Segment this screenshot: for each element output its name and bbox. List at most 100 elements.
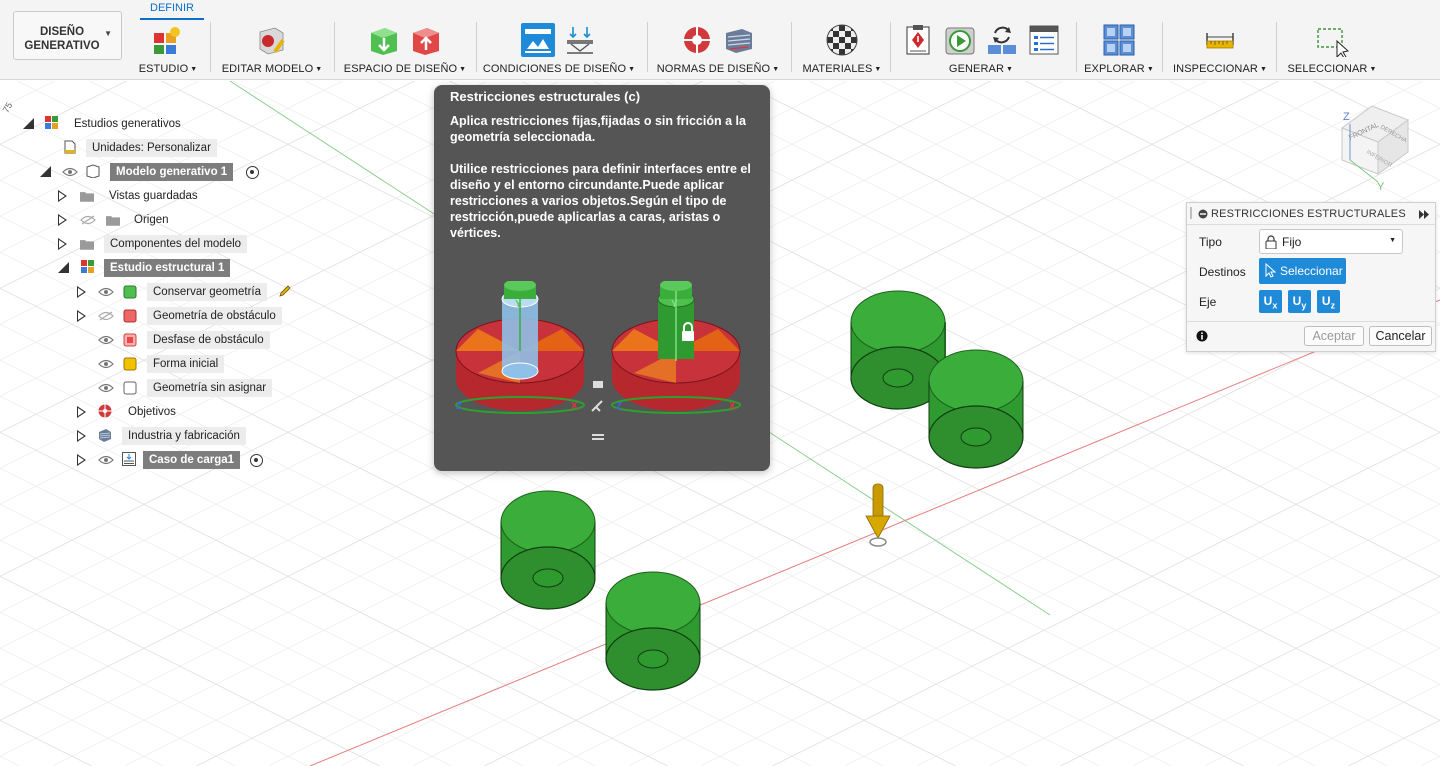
chevron-down-icon: ▼ <box>459 66 467 73</box>
hidden-eye-icon[interactable] <box>98 311 114 321</box>
chevron-down-icon: ▼ <box>874 66 882 73</box>
tree-row-objectives[interactable]: Objetivos <box>0 402 220 422</box>
toolbar-group-label: CONDICIONES DE DISEÑO <box>482 63 627 75</box>
targets-label: Destinos <box>1199 265 1246 279</box>
tab-definir[interactable]: DEFINIR <box>140 0 204 20</box>
materials-icon <box>826 24 858 56</box>
collapse-arrow-icon[interactable] <box>58 262 69 273</box>
visibility-eye-icon[interactable] <box>98 359 114 369</box>
chevron-down-icon: ▼ <box>315 66 323 73</box>
starting-shape-icon <box>123 357 137 371</box>
obstacle-offset-icon <box>123 333 137 347</box>
part-cylinder-3[interactable] <box>500 490 596 610</box>
visibility-eye-icon[interactable] <box>98 383 114 393</box>
expand-arrow-icon[interactable] <box>77 286 86 298</box>
visibility-eye-icon[interactable] <box>98 455 114 465</box>
tree-row-components[interactable]: Componentes del modelo <box>0 234 270 254</box>
expand-arrow-icon[interactable] <box>58 190 67 202</box>
toolbar-group-seleccionar[interactable]: SELECCIONAR ▼ <box>1284 20 1380 78</box>
tree-row-preserve[interactable]: Conservar geometría <box>0 282 300 302</box>
activate-radio[interactable] <box>246 166 259 179</box>
toolbar-group-materiales[interactable]: MATERIALES ▼ <box>798 20 886 78</box>
select-targets-button[interactable]: Seleccionar <box>1259 258 1346 284</box>
visibility-eye-icon[interactable] <box>98 287 114 297</box>
obstacle-geometry-icon <box>413 28 439 55</box>
collapse-arrow-icon[interactable] <box>40 166 51 177</box>
tree-label: Forma inicial <box>147 355 225 373</box>
frictionless-icon <box>592 434 604 440</box>
axis-subscript: z <box>1330 300 1336 311</box>
visibility-eye-icon[interactable] <box>98 335 114 345</box>
tree-row-root[interactable]: Estudios generativos <box>0 114 200 134</box>
toolbar-group-normas-diseno[interactable]: NORMAS DE DISEÑO ▼ <box>654 20 782 78</box>
axis-uy-button[interactable]: Uy <box>1288 290 1311 313</box>
tree-row-study[interactable]: Estudio estructural 1 <box>0 258 260 278</box>
toolbar-divider <box>1076 22 1077 72</box>
toolbar-group-condiciones-diseno[interactable]: CONDICIONES DE DISEÑO ▼ <box>482 20 636 78</box>
edit-model-icon <box>259 27 285 55</box>
clone-study-icon <box>988 26 1016 54</box>
toolbar-group-editar-modelo[interactable]: EDITAR MODELO ▼ <box>218 20 326 78</box>
part-cylinder-2[interactable] <box>928 349 1024 469</box>
info-icon[interactable] <box>1196 330 1208 342</box>
collapse-arrow-icon[interactable] <box>23 118 34 129</box>
select-targets-label: Seleccionar <box>1280 264 1343 278</box>
toolbar-group-estudio[interactable]: ESTUDIO ▼ <box>133 20 203 78</box>
expand-arrow-icon[interactable] <box>58 238 67 250</box>
expand-arrow-icon[interactable] <box>77 454 86 466</box>
collapse-circle-icon[interactable] <box>1198 209 1208 219</box>
toolbar-group-inspeccionar[interactable]: INSPECCIONAR ▼ <box>1170 20 1270 78</box>
structural-study-icon <box>81 260 94 273</box>
tree-label: Estudios generativos <box>74 118 181 130</box>
tree-row-model[interactable]: Modelo generativo 1 <box>0 162 270 182</box>
tree-row-manufacturing[interactable]: Industria y fabricación <box>0 426 270 446</box>
axis-uz-button[interactable]: Uz <box>1317 290 1340 313</box>
axis-ux-button[interactable]: Ux <box>1259 290 1282 313</box>
toolbar-group-generar[interactable]: GENERAR ▼ <box>898 20 1064 78</box>
tree-row-origin[interactable]: Origen <box>0 210 200 230</box>
ok-button[interactable]: Aceptar <box>1304 326 1364 346</box>
part-cylinder-4[interactable] <box>605 571 701 691</box>
tree-row-saved-views[interactable]: Vistas guardadas <box>0 186 220 206</box>
preserve-geometry-icon <box>371 28 397 55</box>
workspace-label: DISEÑO GENERATIVO <box>24 26 100 52</box>
type-dropdown[interactable]: Fijo ▼ <box>1259 229 1403 254</box>
tree-label: Desfase de obstáculo <box>147 331 270 349</box>
expand-arrow-icon[interactable] <box>58 214 67 226</box>
toolbar-divider <box>647 22 648 72</box>
tree-row-unassigned[interactable]: Geometría sin asignar <box>0 378 300 398</box>
tree-row-load-case[interactable]: Caso de carga1 <box>0 450 280 470</box>
toolbar-divider <box>334 22 335 72</box>
tree-row-starting-shape[interactable]: Forma inicial <box>0 354 300 374</box>
type-label: Tipo <box>1199 235 1222 249</box>
hidden-eye-icon[interactable] <box>80 215 96 225</box>
chevron-down-icon: ▼ <box>628 66 636 73</box>
expand-arrow-icon[interactable] <box>77 406 86 418</box>
toolbar: DISEÑO GENERATIVO ▼ DEFINIR ESTUDIO ▼ EDI… <box>0 0 1440 80</box>
toolbar-group-explorar[interactable]: EXPLORAR ▼ <box>1082 20 1156 78</box>
expand-arrow-icon[interactable] <box>77 430 86 442</box>
visibility-eye-icon[interactable] <box>62 167 78 177</box>
lock-icon <box>1265 235 1277 249</box>
folder-icon <box>80 192 94 202</box>
tree-label: Unidades: Personalizar <box>86 139 217 157</box>
tree-row-units[interactable]: Unidades: Personalizar <box>0 138 240 158</box>
job-status-icon <box>1029 25 1059 55</box>
panel-header[interactable]: RESTRICCIONES ESTRUCTURALES <box>1187 203 1435 225</box>
measure-icon <box>1206 33 1234 49</box>
expand-arrow-icon[interactable] <box>77 310 86 322</box>
cancel-button[interactable]: Cancelar <box>1369 326 1432 346</box>
pin-icon <box>591 400 603 412</box>
structural-constraint-icon[interactable] <box>521 23 555 57</box>
toolbar-divider <box>791 22 792 72</box>
drag-handle-icon[interactable] <box>1190 207 1193 219</box>
expand-panel-icon[interactable] <box>1419 210 1430 219</box>
toolbar-group-espacio-diseno[interactable]: ESPACIO DE DISEÑO ▼ <box>340 20 470 78</box>
structural-constraints-panel: RESTRICCIONES ESTRUCTURALES Tipo Fijo ▼ … <box>1186 202 1436 352</box>
pencil-icon[interactable] <box>278 284 292 298</box>
tree-label: Conservar geometría <box>147 283 268 301</box>
activate-radio[interactable] <box>250 454 263 467</box>
workspace-switcher[interactable]: DISEÑO GENERATIVO ▼ <box>13 11 122 60</box>
tree-row-obstacle[interactable]: Geometría de obstáculo <box>0 306 300 326</box>
tree-row-obstacle-offset[interactable]: Desfase de obstáculo <box>0 330 300 350</box>
